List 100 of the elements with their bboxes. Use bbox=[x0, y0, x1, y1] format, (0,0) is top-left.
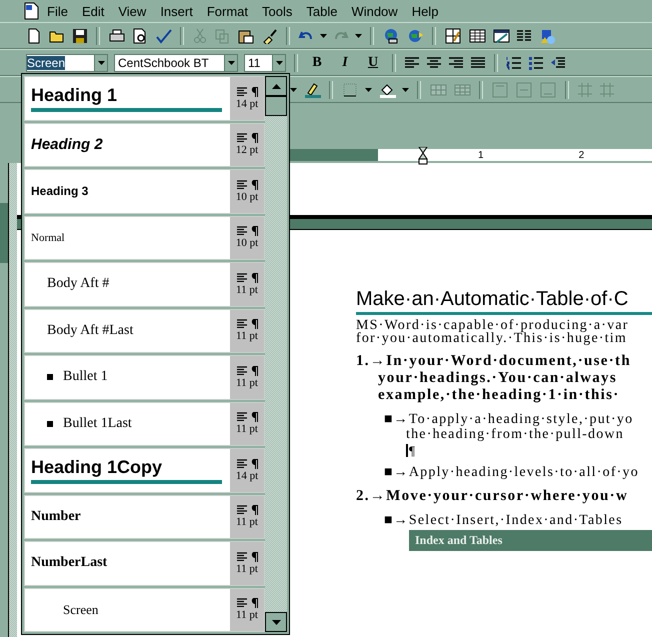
style-list-item[interactable]: Heading 1Copy 14 pt bbox=[24, 448, 265, 492]
style-list-item[interactable]: Bullet 1 11 pt bbox=[24, 355, 265, 400]
paragraph-mark-icon bbox=[250, 319, 258, 330]
align-center-icon[interactable] bbox=[426, 54, 442, 70]
spreadsheet-icon[interactable] bbox=[492, 28, 510, 44]
style-list-item[interactable]: Heading 1 14 pt bbox=[24, 76, 265, 120]
style-name: Heading 2 bbox=[31, 136, 103, 154]
scroll-up-icon[interactable] bbox=[272, 84, 280, 88]
new-document-icon[interactable] bbox=[26, 28, 42, 44]
style-list-item[interactable]: Bullet 1Last 11 pt bbox=[24, 402, 265, 446]
caret-icon[interactable] bbox=[276, 60, 282, 64]
align-left-icon bbox=[236, 133, 246, 142]
style-list-item[interactable]: Number 11 pt bbox=[24, 494, 265, 539]
font-size-label: 14 pt bbox=[236, 98, 258, 110]
document-icon[interactable] bbox=[22, 2, 40, 20]
font-size-label: 11 pt bbox=[236, 516, 258, 528]
document-text-line: ■→To·apply·a·heading·style,·put·yo bbox=[384, 412, 634, 427]
font-size-label: 14 pt bbox=[236, 470, 258, 482]
font-size-label: 11 pt bbox=[236, 284, 258, 296]
caret-icon[interactable] bbox=[290, 88, 297, 92]
style-list-item[interactable]: Heading 3 10 pt bbox=[24, 169, 265, 214]
bulleted-list-icon[interactable] bbox=[528, 54, 544, 70]
style-list-item[interactable]: NumberLast 11 pt bbox=[24, 541, 265, 586]
caret-icon[interactable] bbox=[98, 60, 104, 64]
menu-item[interactable]: Window bbox=[344, 4, 405, 18]
columns-icon[interactable] bbox=[516, 28, 532, 44]
document-heading: Make·an·Automatic·Table·of·C bbox=[356, 288, 652, 315]
style-name: Normal bbox=[31, 232, 65, 244]
caret-icon[interactable] bbox=[228, 60, 234, 64]
highlighter-icon[interactable] bbox=[303, 82, 321, 98]
align-left-icon bbox=[236, 366, 246, 375]
menu-item[interactable]: Insert bbox=[153, 4, 200, 18]
align-left-icon bbox=[236, 552, 246, 561]
paragraph-mark-icon bbox=[250, 598, 258, 608]
paint-bucket-icon[interactable] bbox=[378, 82, 396, 98]
ruler-number: 1 bbox=[478, 150, 484, 160]
bold-button[interactable]: B bbox=[306, 54, 328, 70]
scroll-down-icon[interactable] bbox=[272, 620, 280, 624]
document-text-line: the·heading·from·the·pull-down bbox=[405, 427, 624, 442]
cell-align-icon[interactable] bbox=[491, 82, 509, 98]
style-list-item[interactable]: Body Aft #Last 11 pt bbox=[24, 308, 265, 353]
scroll-thumb[interactable] bbox=[265, 96, 287, 116]
cell-align-icon[interactable] bbox=[515, 82, 533, 98]
style-name: Heading 1 bbox=[31, 84, 222, 112]
style-list-item[interactable]: Body Aft # 11 pt bbox=[24, 262, 265, 306]
table-icon[interactable] bbox=[468, 28, 486, 44]
caret-icon[interactable] bbox=[320, 34, 327, 38]
menu-item[interactable]: File bbox=[40, 4, 75, 18]
align-right-icon[interactable] bbox=[448, 54, 464, 70]
indent-marker-icon[interactable] bbox=[418, 147, 428, 165]
align-left-icon bbox=[236, 226, 246, 236]
justify-icon[interactable] bbox=[470, 54, 486, 70]
caret-icon[interactable] bbox=[365, 88, 372, 92]
decrease-indent-icon[interactable] bbox=[550, 54, 566, 70]
spellcheck-icon[interactable] bbox=[154, 28, 172, 44]
align-left-icon[interactable] bbox=[404, 54, 420, 70]
style-list-item[interactable]: Normal 10 pt bbox=[24, 216, 265, 260]
clipboard-icon[interactable] bbox=[236, 28, 254, 44]
printer-icon[interactable] bbox=[108, 28, 126, 44]
save-icon[interactable] bbox=[72, 28, 88, 44]
italic-button[interactable]: I bbox=[334, 54, 356, 70]
document-text-line: MS·Word·is·capable·of·producing·a·var bbox=[356, 319, 629, 332]
table-pencil-icon[interactable] bbox=[444, 28, 462, 44]
menu-item[interactable]: View bbox=[111, 4, 154, 18]
print-preview-icon[interactable] bbox=[132, 28, 148, 44]
border-icon[interactable] bbox=[341, 82, 359, 98]
scroll-down-button[interactable] bbox=[265, 612, 287, 632]
caret-icon[interactable] bbox=[402, 88, 409, 92]
menu-item[interactable]: Help bbox=[404, 4, 446, 18]
scroll-up-button[interactable] bbox=[265, 76, 287, 96]
paragraph-mark-icon bbox=[250, 458, 258, 469]
font-size-label: 10 pt bbox=[236, 190, 258, 203]
style-name: Body Aft # bbox=[47, 276, 110, 292]
document-text-line: 2.→Move·your·cursor·where·you·w bbox=[356, 488, 628, 505]
style-list-item[interactable]: Screen 11 pt bbox=[24, 588, 265, 632]
globe-arrows-icon[interactable] bbox=[406, 28, 424, 44]
align-left-icon bbox=[236, 598, 246, 608]
font-size-label: 11 pt bbox=[236, 609, 258, 622]
style-name: Bullet 1 bbox=[63, 369, 108, 386]
style-name: NumberLast bbox=[31, 555, 108, 572]
align-left-icon bbox=[236, 272, 246, 282]
paragraph-mark-icon bbox=[250, 133, 258, 144]
paragraph-mark: ¶ bbox=[406, 444, 416, 457]
menu-item[interactable]: Format bbox=[200, 4, 255, 18]
cell-align-icon[interactable] bbox=[539, 82, 557, 98]
globe-icon[interactable] bbox=[382, 28, 400, 44]
align-left-icon bbox=[236, 86, 246, 96]
document-text-line: ■→Select·Insert,·Index·and·Tables bbox=[384, 513, 623, 528]
underline-button[interactable]: U bbox=[362, 54, 384, 70]
align-left-icon bbox=[236, 319, 246, 328]
align-left-icon bbox=[236, 180, 246, 189]
menu-item[interactable]: Tools bbox=[255, 4, 300, 18]
caret-icon[interactable] bbox=[355, 34, 362, 38]
font-size-label: 11 pt bbox=[236, 562, 258, 575]
shapes-icon[interactable] bbox=[538, 28, 556, 44]
menu-item[interactable]: Table bbox=[299, 4, 344, 18]
menu-item[interactable]: Edit bbox=[74, 4, 112, 18]
style-list-item[interactable]: Heading 2 12 pt bbox=[24, 122, 265, 167]
numbered-list-icon[interactable] bbox=[506, 54, 522, 70]
style-name: Heading 1Copy bbox=[31, 456, 222, 484]
